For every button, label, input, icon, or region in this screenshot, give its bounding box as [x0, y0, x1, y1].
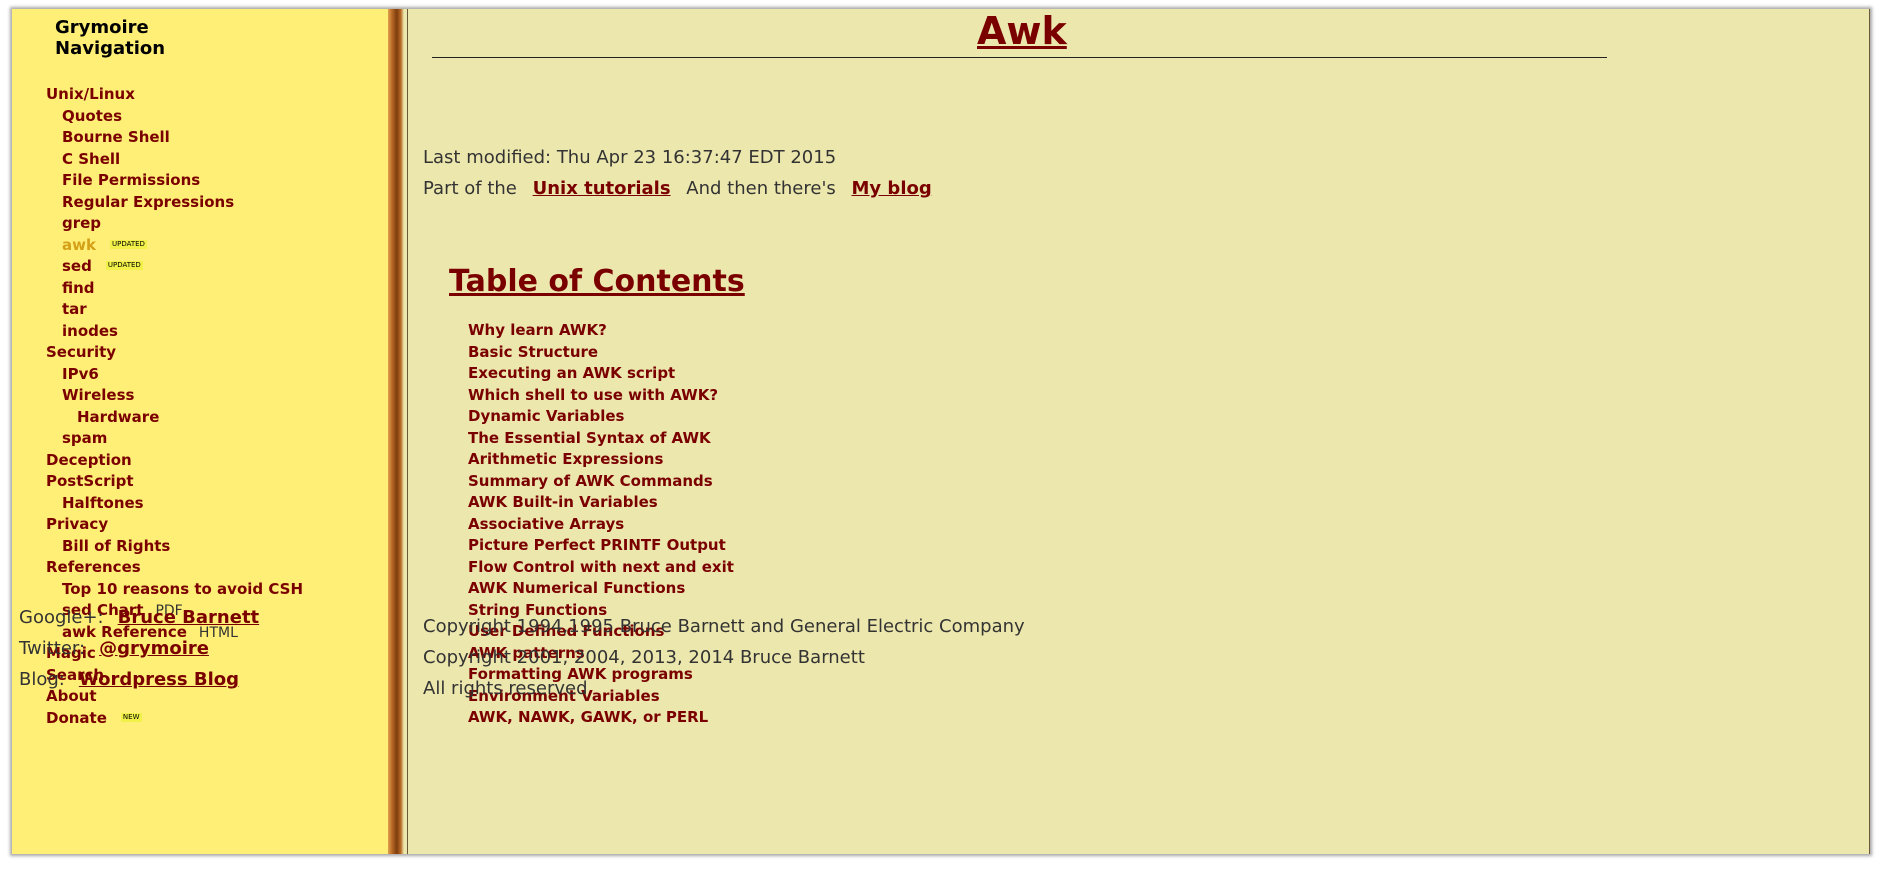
- sidebar-item-label: File Permissions: [62, 171, 201, 189]
- title-divider: [432, 57, 1607, 58]
- sidebar-item-label: Hardware: [77, 407, 160, 426]
- sidebar-item[interactable]: Hardware: [12, 407, 388, 429]
- sidebar-item[interactable]: Bill of Rights: [12, 536, 388, 558]
- sidebar-item[interactable]: Regular Expressions: [12, 192, 388, 214]
- status-badge: UPDATED: [109, 239, 147, 249]
- sidebar-item[interactable]: Unix/Linux: [12, 84, 388, 106]
- sidebar-item-label: awk: [62, 235, 96, 254]
- sidebar-item[interactable]: Deception: [12, 450, 388, 472]
- sidebar-item[interactable]: Top 10 reasons to avoid CSH: [12, 579, 388, 601]
- sidebar-item-label: Unix/Linux: [46, 85, 135, 103]
- sidebar-nav-list: Unix/Linux Quotes Bourne Shell C Shell File …: [12, 84, 388, 729]
- blog-label: Blog:: [19, 669, 65, 690]
- sidebar-title-line2: Navigation: [55, 38, 166, 59]
- sidebar-item[interactable]: PostScript: [12, 471, 388, 493]
- sidebar-item-label: Bill of Rights: [62, 536, 171, 555]
- toc-link[interactable]: Executing an AWK script: [468, 363, 734, 385]
- and-then-text: And then there's: [686, 178, 836, 199]
- google-plus-link[interactable]: Bruce Barnett: [118, 607, 260, 628]
- toc-link[interactable]: The Essential Syntax of AWK: [468, 428, 734, 450]
- sidebar-item[interactable]: spam: [12, 428, 388, 450]
- google-plus-label: Google+:: [19, 607, 104, 628]
- sidebar-item-label: find: [62, 278, 95, 297]
- toc-link[interactable]: Arithmetic Expressions: [468, 449, 734, 471]
- sidebar-item-label: Regular Expressions: [62, 192, 235, 211]
- toc-heading[interactable]: Table of Contents: [449, 264, 745, 299]
- copyright-line-1: Copyright 1994,1995 Bruce Barnett and Ge…: [423, 616, 1025, 637]
- toc-link[interactable]: Basic Structure: [468, 342, 734, 364]
- twitter-row: Twitter: @grymoire: [19, 638, 209, 659]
- sidebar-item[interactable]: File Permissions: [12, 170, 388, 192]
- sidebar-item[interactable]: grep: [12, 213, 388, 235]
- sidebar-item-label: Wireless: [62, 386, 135, 404]
- status-badge: UPDATED: [105, 261, 143, 270]
- wordpress-blog-link[interactable]: Wordpress Blog: [79, 669, 239, 690]
- my-blog-link[interactable]: My blog: [852, 178, 932, 199]
- page-title[interactable]: Awk: [977, 9, 1067, 53]
- sidebar-item-label: Security: [46, 343, 117, 361]
- sidebar-item-label: Quotes: [62, 106, 123, 125]
- sidebar-item[interactable]: Halftones: [12, 493, 388, 515]
- sidebar-item[interactable]: awk UPDATED: [12, 235, 388, 257]
- sidebar-item-label: PostScript: [46, 472, 134, 490]
- unix-tutorials-link[interactable]: Unix tutorials: [533, 178, 671, 199]
- sidebar-item[interactable]: References: [12, 557, 388, 579]
- sidebar-item-label: IPv6: [62, 364, 99, 383]
- sidebar-item[interactable]: C Shell: [12, 149, 388, 171]
- sidebar-item[interactable]: Wireless: [12, 385, 388, 407]
- sidebar: Grymoire Navigation Unix/Linux Quotes Bour…: [12, 9, 388, 854]
- rights-reserved: All rights reserved: [423, 678, 588, 699]
- twitter-label: Twitter:: [19, 638, 86, 659]
- sidebar-item-label: References: [46, 558, 141, 576]
- sidebar-item-label: Halftones: [62, 493, 144, 512]
- twitter-link[interactable]: @grymoire: [99, 638, 209, 659]
- sidebar-item[interactable]: find: [12, 278, 388, 300]
- sidebar-item-label: inodes: [62, 321, 118, 340]
- blog-row: Blog: Wordpress Blog: [19, 669, 239, 690]
- sidebar-item[interactable]: sed UPDATED: [12, 256, 388, 278]
- sidebar-item[interactable]: Bourne Shell: [12, 127, 388, 149]
- toc-link[interactable]: Which shell to use with AWK?: [468, 385, 734, 407]
- sidebar-item-label: tar: [62, 300, 87, 318]
- sidebar-item-label: grep: [62, 214, 102, 232]
- sidebar-item-label: Privacy: [46, 515, 109, 533]
- copyright-line-2: Copyright 2001, 2004, 2013, 2014 Bruce B…: [423, 647, 865, 668]
- main-right-border: [1869, 9, 1870, 854]
- sidebar-item-label: Top 10 reasons to avoid CSH: [62, 579, 304, 598]
- last-modified: Last modified: Thu Apr 23 16:37:47 EDT 2…: [423, 147, 837, 168]
- sidebar-item-label: Deception: [46, 450, 132, 469]
- toc-link[interactable]: Why learn AWK?: [468, 320, 734, 342]
- toc-link[interactable]: AWK Built-in Variables: [468, 492, 734, 514]
- sidebar-item[interactable]: IPv6: [12, 364, 388, 386]
- sidebar-item[interactable]: Quotes: [12, 106, 388, 128]
- toc-link[interactable]: Flow Control with next and exit: [468, 557, 734, 579]
- toc-link[interactable]: Summary of AWK Commands: [468, 471, 734, 493]
- main-left-border: [407, 9, 408, 854]
- status-badge: NEW: [120, 712, 142, 722]
- part-of-line: Part of the Unix tutorials And then ther…: [423, 178, 932, 199]
- sidebar-item-label: C Shell: [62, 149, 121, 168]
- sidebar-item-label: spam: [62, 429, 108, 447]
- sidebar-item[interactable]: Privacy: [12, 514, 388, 536]
- sidebar-item[interactable]: inodes: [12, 321, 388, 343]
- sidebar-item[interactable]: tar: [12, 299, 388, 321]
- sidebar-item[interactable]: Security: [12, 342, 388, 364]
- sidebar-title-line1: Grymoire: [55, 17, 149, 38]
- sidebar-title: Grymoire Navigation: [55, 17, 165, 59]
- toc-link[interactable]: AWK, NAWK, GAWK, or PERL: [468, 707, 734, 729]
- sidebar-item[interactable]: Donate NEW: [12, 708, 388, 730]
- sidebar-divider: [388, 9, 404, 854]
- toc-link[interactable]: Dynamic Variables: [468, 406, 734, 428]
- sidebar-item-label: Donate: [46, 708, 107, 727]
- toc-link[interactable]: Associative Arrays: [468, 514, 734, 536]
- part-of-prefix: Part of the: [423, 178, 517, 199]
- google-plus-row: Google+: Bruce Barnett: [19, 607, 259, 628]
- page-frame: Grymoire Navigation Unix/Linux Quotes Bour…: [12, 9, 1870, 854]
- sidebar-item-label: Bourne Shell: [62, 128, 170, 146]
- toc-link[interactable]: AWK Numerical Functions: [468, 578, 734, 600]
- toc-link[interactable]: Picture Perfect PRINTF Output: [468, 535, 734, 557]
- sidebar-item-label: sed: [62, 257, 92, 275]
